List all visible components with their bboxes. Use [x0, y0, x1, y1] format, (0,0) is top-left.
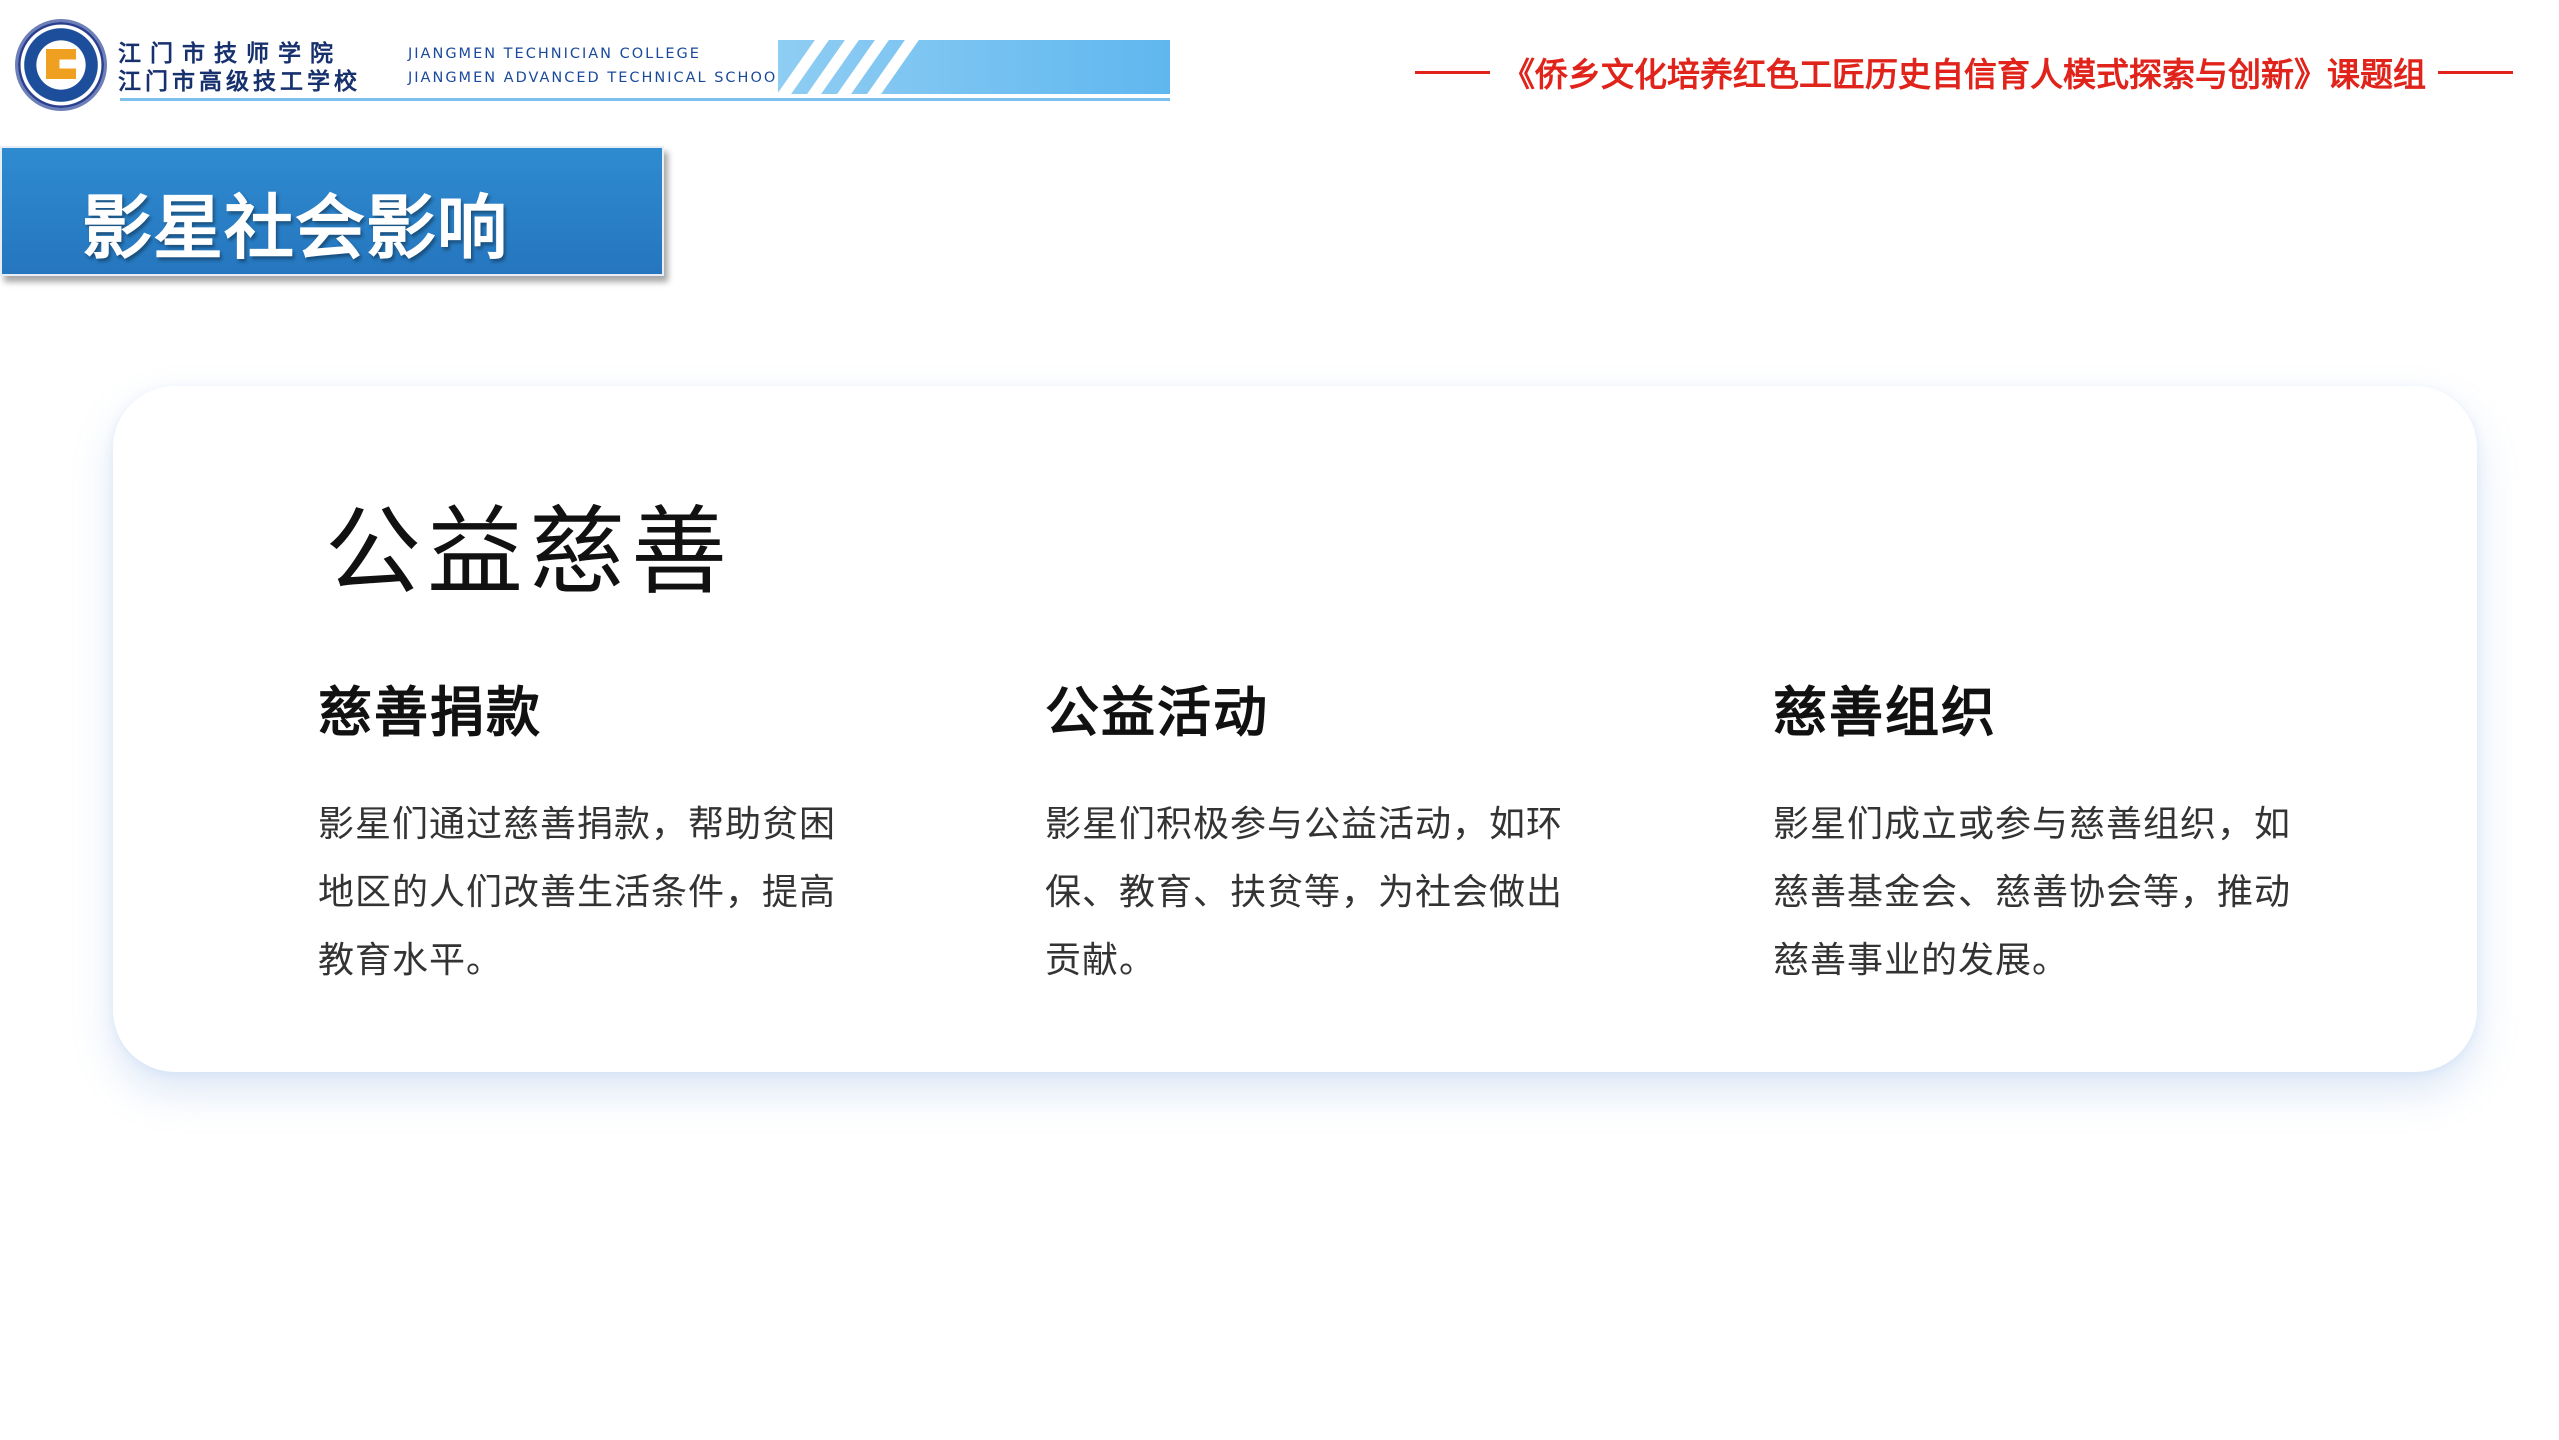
school-name-en-secondary: JIANGMEN ADVANCED TECHNICAL SCHOOL — [408, 70, 788, 86]
body-line: 教育水平。 — [318, 940, 504, 981]
title-dash-left — [1415, 70, 1490, 74]
content-card: 公益慈善 慈善捐款 影星们通过慈善捐款，帮助贫困 地区的人们改善生活条件，提高 … — [113, 386, 2477, 1072]
body-line: 地区的人们改善生活条件，提高 — [318, 872, 837, 913]
body-line: 保、教育、扶贫等，为社会做出 — [1045, 872, 1564, 913]
column-donation: 慈善捐款 影星们通过慈善捐款，帮助贫困 地区的人们改善生活条件，提高 教育水平。 — [318, 668, 878, 995]
body-line: 贡献。 — [1045, 940, 1157, 981]
column-body: 影星们通过慈善捐款，帮助贫困 地区的人们改善生活条件，提高 教育水平。 — [318, 791, 878, 995]
school-logo-icon — [18, 22, 104, 108]
body-line: 慈善事业的发展。 — [1773, 940, 2070, 981]
body-line: 慈善基金会、慈善协会等，推动 — [1773, 872, 2292, 913]
body-line: 影星们通过慈善捐款，帮助贫困 — [318, 804, 837, 845]
section-banner: 影星社会影响 — [0, 146, 664, 276]
column-public-welfare: 公益活动 影星们积极参与公益活动，如环 保、教育、扶贫等，为社会做出 贡献。 — [1045, 668, 1605, 995]
column-heading: 慈善组织 — [1773, 680, 1997, 744]
card-title: 公益慈善 — [325, 496, 733, 608]
section-title: 影星社会影响 — [82, 187, 508, 269]
school-name-en: JIANGMEN TECHNICIAN COLLEGE — [408, 46, 701, 62]
title-dash-right — [2438, 70, 2513, 74]
body-line: 影星们积极参与公益活动，如环 — [1045, 804, 1564, 845]
header-divider — [120, 98, 1170, 101]
column-charity-org: 慈善组织 影星们成立或参与慈善组织，如 慈善基金会、慈善协会等，推动 慈善事业的… — [1773, 668, 2333, 995]
body-line: 影星们成立或参与慈善组织，如 — [1773, 804, 2292, 845]
project-title: 《侨乡文化培养红色工匠历史自信育人模式探索与创新》课题组 — [1415, 48, 2513, 96]
column-heading: 公益活动 — [1045, 680, 1269, 744]
slide-header: 江门市技师学院 江门市高级技工学校 JIANGMEN TECHNICIAN CO… — [0, 0, 2559, 110]
column-heading: 慈善捐款 — [318, 680, 542, 744]
column-body: 影星们成立或参与慈善组织，如 慈善基金会、慈善协会等，推动 慈善事业的发展。 — [1773, 791, 2333, 995]
school-name-cn-secondary: 江门市高级技工学校 — [118, 68, 361, 95]
column-body: 影星们积极参与公益活动，如环 保、教育、扶贫等，为社会做出 贡献。 — [1045, 791, 1605, 995]
header-decor-band — [777, 40, 1170, 94]
project-title-text: 《侨乡文化培养红色工匠历史自信育人模式探索与创新》课题组 — [1502, 55, 2426, 94]
